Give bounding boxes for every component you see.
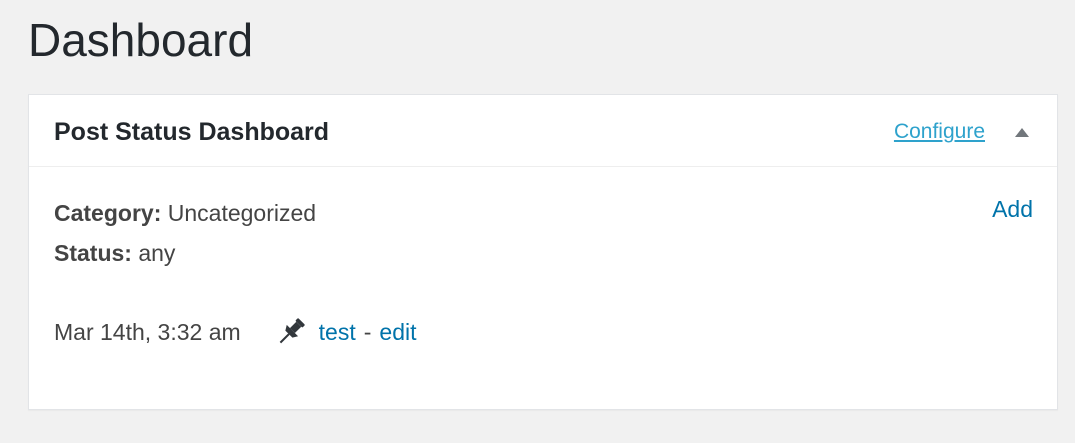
configure-link[interactable]: Configure [894,117,985,147]
widget-header: Post Status Dashboard Configure [29,95,1057,167]
post-list-item: Mar 14th, 3:32 am test - edit [54,315,417,349]
post-title-link[interactable]: test [319,316,356,348]
page-title: Dashboard [28,14,254,66]
status-label: Status: [54,240,132,266]
status-line: Status: any [54,237,175,269]
collapse-toggle-button[interactable] [1009,119,1035,145]
category-value: Uncategorized [167,200,317,226]
widget-title: Post Status Dashboard [54,118,330,146]
category-label: Category: [54,200,162,226]
add-link[interactable]: Add [992,193,1033,225]
edit-post-link[interactable]: edit [379,316,416,348]
triangle-up-icon [1009,119,1035,145]
separator: - [363,319,372,345]
status-value: any [138,240,176,266]
widget-body: Category: Uncategorized Status: any Add … [29,167,1057,409]
category-line: Category: Uncategorized [54,197,316,229]
post-status-widget: Post Status Dashboard Configure Category… [28,94,1058,410]
pushpin-icon [273,314,309,350]
post-date: Mar 14th, 3:32 am [54,319,241,345]
